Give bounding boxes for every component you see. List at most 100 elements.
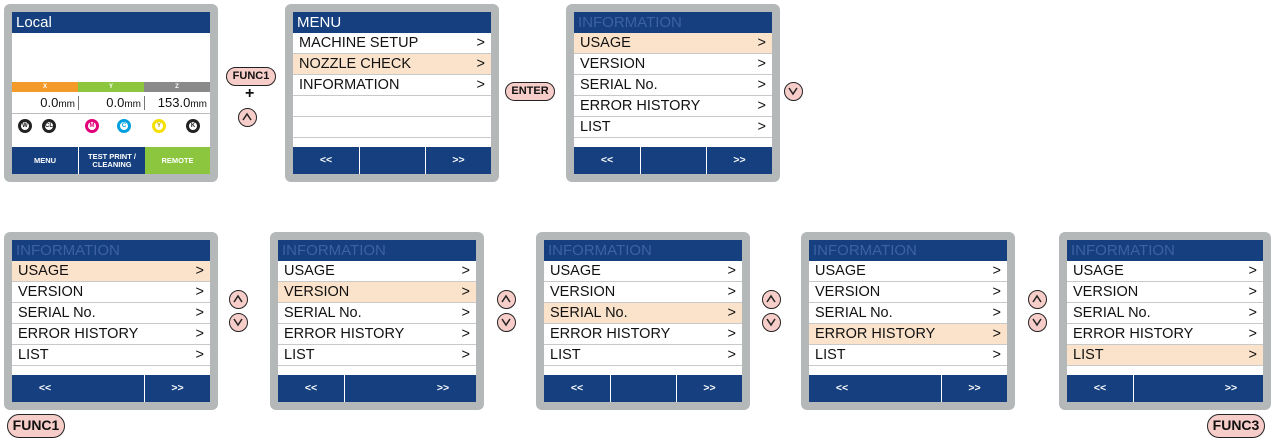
up-arrow-icon[interactable] — [1028, 290, 1047, 309]
soft-key-prev[interactable]: << — [809, 375, 875, 402]
info-screen-frame: INFORMATION USAGE > VERSION > SERIAL No. > … — [270, 232, 484, 410]
info-item[interactable]: ERROR HISTORY > — [12, 324, 210, 345]
info-item[interactable]: LIST > — [574, 117, 772, 138]
soft-key-next[interactable]: >> — [425, 147, 491, 174]
soft-key-prev[interactable]: << — [1067, 375, 1133, 402]
axis-x-label: X — [12, 82, 78, 92]
soft-key-bar: << >> — [544, 375, 742, 402]
info-item[interactable]: LIST > — [544, 345, 742, 366]
soft-key-prev[interactable]: << — [293, 147, 359, 174]
soft-key-next[interactable]: >> — [410, 375, 476, 402]
menu-empty-row — [293, 117, 491, 138]
soft-key-next[interactable]: >> — [1199, 375, 1263, 402]
info-item[interactable]: USAGE > — [1067, 261, 1263, 282]
info-item-selected[interactable]: VERSION > — [278, 282, 476, 303]
info-screen-frame: INFORMATION USAGE > VERSION > SERIAL No. > … — [536, 232, 750, 410]
soft-key-bar: << >> — [1067, 375, 1263, 402]
soft-key-middle[interactable] — [640, 147, 706, 174]
info-item[interactable]: LIST > — [809, 345, 1007, 366]
info-item[interactable]: SERIAL No. > — [278, 303, 476, 324]
func1-button[interactable]: FUNC1 — [226, 67, 276, 86]
info-title: INFORMATION — [1067, 240, 1263, 261]
soft-key-pointer — [735, 173, 743, 174]
menu-screen: MENU MACHINE SETUP > NOZZLE CHECK > INFORM… — [293, 12, 491, 174]
info-item[interactable]: VERSION > — [574, 54, 772, 75]
info-title: INFORMATION — [278, 240, 476, 261]
info-item[interactable]: VERSION > — [544, 282, 742, 303]
info-item[interactable]: USAGE > — [278, 261, 476, 282]
soft-key-pointer — [1162, 401, 1170, 402]
info-screen-frame: INFORMATION USAGE > VERSION > SERIAL No. > … — [1059, 232, 1271, 410]
soft-key-prev[interactable]: << — [544, 375, 610, 402]
menu-item[interactable]: MACHINE SETUP > — [293, 33, 491, 54]
info-item[interactable]: USAGE > — [544, 261, 742, 282]
info-item-selected[interactable]: USAGE > — [12, 261, 210, 282]
soft-key-next[interactable]: >> — [676, 375, 742, 402]
soft-key-pointer — [1096, 401, 1104, 402]
func1-button[interactable]: FUNC1 — [7, 414, 65, 438]
down-arrow-icon[interactable] — [1028, 313, 1047, 332]
down-arrow-icon[interactable] — [784, 82, 803, 101]
soft-key-pointer — [307, 401, 315, 402]
down-arrow-icon[interactable] — [762, 313, 781, 332]
soft-key-next[interactable]: >> — [144, 375, 210, 402]
ink-status-row: W CL M C Y K — [12, 113, 210, 138]
soft-key-next[interactable]: >> — [706, 147, 772, 174]
soft-key-test-print-cleaning[interactable]: TEST PRINT / CLEANING — [78, 147, 145, 174]
soft-key-middle[interactable] — [344, 375, 410, 402]
info-item[interactable]: SERIAL No. > — [809, 303, 1007, 324]
soft-key-middle[interactable] — [875, 375, 941, 402]
soft-key-pointer — [388, 173, 396, 174]
soft-key-remote[interactable]: REMOTE — [145, 147, 210, 174]
soft-key-middle[interactable] — [78, 375, 144, 402]
info-item-selected[interactable]: SERIAL No. > — [544, 303, 742, 324]
info-title: INFORMATION — [12, 240, 210, 261]
info-item[interactable]: VERSION > — [809, 282, 1007, 303]
info-item[interactable]: SERIAL No. > — [12, 303, 210, 324]
menu-item[interactable]: INFORMATION > — [293, 75, 491, 96]
info-item[interactable]: LIST > — [278, 345, 476, 366]
info-screen: INFORMATION USAGE > VERSION > SERIAL No. > … — [278, 240, 476, 402]
soft-key-prev[interactable]: << — [278, 375, 344, 402]
soft-key-prev[interactable]: << — [12, 375, 78, 402]
soft-key-middle[interactable] — [1133, 375, 1199, 402]
info-item[interactable]: VERSION > — [1067, 282, 1263, 303]
up-arrow-icon[interactable] — [762, 290, 781, 309]
info-item-selected[interactable]: LIST > — [1067, 345, 1263, 366]
info-title: INFORMATION — [544, 240, 742, 261]
info-item[interactable]: ERROR HISTORY > — [544, 324, 742, 345]
soft-key-middle[interactable] — [359, 147, 425, 174]
info-screen: INFORMATION USAGE > VERSION > SERIAL No. > … — [574, 12, 772, 174]
soft-key-pointer — [1226, 401, 1234, 402]
info-item[interactable]: SERIAL No. > — [574, 75, 772, 96]
info-item[interactable]: SERIAL No. > — [1067, 303, 1263, 324]
up-arrow-icon[interactable] — [238, 108, 257, 127]
soft-key-pointer — [454, 173, 462, 174]
info-item[interactable]: VERSION > — [12, 282, 210, 303]
axis-z-value: 153.0mm — [157, 95, 207, 110]
local-title: Local — [12, 12, 210, 33]
soft-key-pointer — [603, 173, 611, 174]
soft-key-next[interactable]: >> — [941, 375, 1007, 402]
soft-key-prev[interactable]: << — [574, 147, 640, 174]
info-item[interactable]: ERROR HISTORY > — [574, 96, 772, 117]
info-item[interactable]: ERROR HISTORY > — [278, 324, 476, 345]
up-arrow-icon[interactable] — [229, 290, 248, 309]
info-screen-frame: INFORMATION USAGE > VERSION > SERIAL No. > … — [801, 232, 1015, 410]
up-arrow-icon[interactable] — [497, 290, 516, 309]
down-arrow-icon[interactable] — [229, 313, 248, 332]
soft-key-middle[interactable] — [610, 375, 676, 402]
enter-button[interactable]: ENTER — [505, 82, 555, 101]
menu-title: MENU — [293, 12, 491, 33]
func3-button[interactable]: FUNC3 — [1207, 414, 1265, 438]
info-item[interactable]: LIST > — [12, 345, 210, 366]
info-item[interactable]: USAGE > — [809, 261, 1007, 282]
down-arrow-icon[interactable] — [497, 313, 516, 332]
ink-k-icon: K — [186, 119, 200, 133]
menu-item-selected[interactable]: NOZZLE CHECK > — [293, 54, 491, 75]
info-item-selected[interactable]: ERROR HISTORY > — [809, 324, 1007, 345]
info-item-selected[interactable]: USAGE > — [574, 33, 772, 54]
soft-key-menu[interactable]: MENU — [12, 147, 78, 174]
info-item[interactable]: ERROR HISTORY > — [1067, 324, 1263, 345]
ink-w-icon: W — [18, 119, 32, 133]
